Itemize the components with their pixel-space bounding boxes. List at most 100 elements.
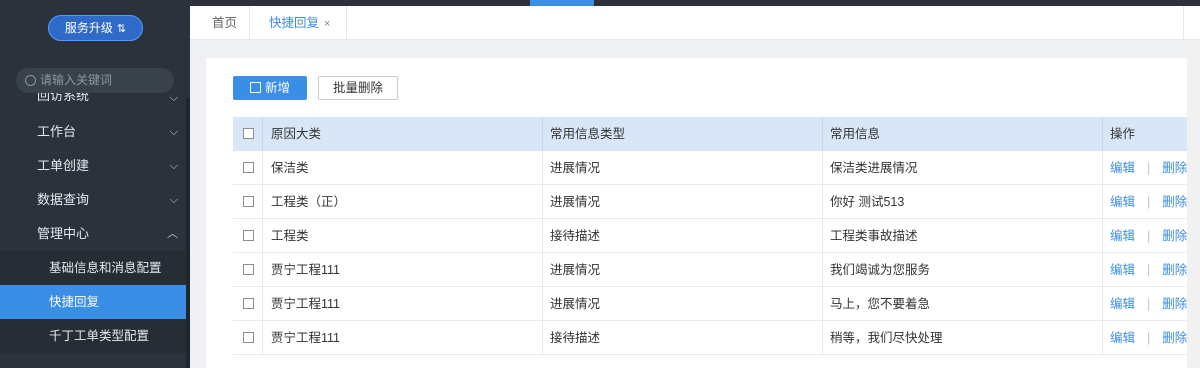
chevron-up-icon: ︿ (167, 228, 178, 240)
delete-link[interactable]: 删除 (1162, 297, 1187, 311)
op-separator: | (1147, 161, 1151, 175)
edit-link[interactable]: 编辑 (1110, 297, 1135, 311)
chevron-down-icon: ⌵ (169, 194, 178, 206)
row-check-cell (233, 219, 262, 253)
cell-type: 接待描述 (542, 321, 822, 355)
add-button-label: 新增 (265, 81, 291, 95)
add-button[interactable]: 新增 (233, 76, 307, 100)
cell-reason: 贾宁工程111 (262, 321, 542, 355)
service-upgrade-button[interactable]: 服务升级 ⇅ (48, 15, 143, 41)
cell-ops: 编辑 | 删除 (1102, 321, 1193, 355)
tab-label: 首页 (212, 16, 238, 30)
table-header-row: 原因大类 常用信息类型 常用信息 操作 (233, 117, 1193, 151)
search-icon (25, 75, 36, 86)
sort-arrows-icon: ⇅ (116, 23, 127, 35)
chevron-down-icon: ⌵ (169, 93, 178, 104)
row-checkbox[interactable] (243, 298, 254, 309)
delete-link[interactable]: 删除 (1162, 161, 1187, 175)
sidebar-item-data-query[interactable]: 数据查询 ⌵ (0, 183, 190, 217)
page-scrollbar[interactable] (1187, 40, 1200, 368)
sidebar-item-label: 管理中心 (37, 226, 90, 241)
sidebar-subitem-label: 快捷回复 (49, 295, 100, 309)
cell-ops: 编辑 | 删除 (1102, 253, 1193, 287)
sidebar-subitem-label: 千丁工单类型配置 (49, 329, 150, 343)
delete-link[interactable]: 删除 (1162, 195, 1187, 209)
op-separator: | (1147, 195, 1151, 209)
cell-message: 你好 测试513 (822, 185, 1102, 219)
sidebar-item-workbench[interactable]: 工作台 ⌵ (0, 115, 190, 149)
sidebar-subitem-ticket-type-config[interactable]: 千丁工单类型配置 (0, 319, 190, 353)
row-check-cell (233, 151, 262, 185)
tab-bar: 首页 快捷回复 × (190, 6, 1200, 40)
search-placeholder: 请输入关键词 (40, 73, 113, 87)
cell-reason: 工程类 (262, 219, 542, 253)
header-ops: 操作 (1102, 117, 1193, 151)
table-row: 贾宁工程111 接待描述 稍等，我们尽快处理 编辑 | 删除 (233, 321, 1193, 355)
service-upgrade-label: 服务升级 (64, 21, 113, 35)
edit-link[interactable]: 编辑 (1110, 331, 1135, 345)
sidebar: 服务升级 ⇅ 请输入关键词 回访系统 ⌵ 工作台 ⌵ 工单创建 ⌵ 数据查询 ⌵ … (0, 0, 190, 368)
sidebar-menu: 回访系统 ⌵ 工作台 ⌵ 工单创建 ⌵ 数据查询 ⌵ 管理中心 ︿ 基础信息和消… (0, 93, 190, 353)
cell-type: 进展情况 (542, 253, 822, 287)
delete-link[interactable]: 删除 (1162, 263, 1187, 277)
sidebar-item-label: 回访系统 (37, 93, 90, 103)
row-check-cell (233, 321, 262, 355)
chevron-down-icon: ⌵ (169, 126, 178, 138)
cell-type: 接待描述 (542, 219, 822, 253)
op-separator: | (1147, 331, 1151, 345)
op-separator: | (1147, 297, 1151, 311)
cell-reason: 保洁类 (262, 151, 542, 185)
batch-delete-button[interactable]: 批量删除 (318, 76, 398, 100)
select-all-checkbox[interactable] (243, 128, 254, 139)
table-row: 保洁类 进展情况 保洁类进展情况 编辑 | 删除 (233, 151, 1193, 185)
main-content: 新增 批量删除 原因大类 常用信息类型 常用信息 操作 保洁类 进展情况 保洁类进展… (206, 58, 1200, 368)
tab-quick-reply[interactable]: 快捷回复 × (257, 6, 347, 40)
table-row: 工程类 接待描述 工程类事故描述 编辑 | 删除 (233, 219, 1193, 253)
delete-link[interactable]: 删除 (1162, 229, 1187, 243)
table-row: 工程类（正） 进展情况 你好 测试513 编辑 | 删除 (233, 185, 1193, 219)
cell-ops: 编辑 | 删除 (1102, 219, 1193, 253)
chevron-down-icon: ⌵ (169, 160, 178, 172)
row-checkbox[interactable] (243, 332, 254, 343)
edit-link[interactable]: 编辑 (1110, 263, 1135, 277)
cell-ops: 编辑 | 删除 (1102, 151, 1193, 185)
header-message: 常用信息 (822, 117, 1102, 151)
sidebar-subitem-basic-config[interactable]: 基础信息和消息配置 (0, 251, 190, 285)
row-check-cell (233, 287, 262, 321)
sidebar-item-admin-center[interactable]: 管理中心 ︿ (0, 217, 190, 251)
close-icon[interactable]: × (324, 18, 330, 30)
quick-reply-table: 原因大类 常用信息类型 常用信息 操作 保洁类 进展情况 保洁类进展情况 编辑 | 删除工… (233, 117, 1193, 355)
row-checkbox[interactable] (243, 196, 254, 207)
cell-reason: 贾宁工程111 (262, 287, 542, 321)
sidebar-subitem-quick-reply[interactable]: 快捷回复 (0, 285, 190, 319)
cell-message: 稍等，我们尽快处理 (822, 321, 1102, 355)
batch-delete-label: 批量删除 (332, 81, 383, 95)
cell-message: 马上，您不要着急 (822, 287, 1102, 321)
cell-message: 工程类事故描述 (822, 219, 1102, 253)
table-row: 贾宁工程111 进展情况 马上，您不要着急 编辑 | 删除 (233, 287, 1193, 321)
row-checkbox[interactable] (243, 264, 254, 275)
cell-reason: 贾宁工程111 (262, 253, 542, 287)
row-checkbox[interactable] (243, 162, 254, 173)
cell-type: 进展情况 (542, 287, 822, 321)
tab-home[interactable]: 首页 (200, 6, 251, 40)
cell-ops: 编辑 | 删除 (1102, 185, 1193, 219)
sidebar-item-label: 工单创建 (37, 158, 90, 173)
cell-type: 进展情况 (542, 185, 822, 219)
header-reason: 原因大类 (262, 117, 542, 151)
search-input[interactable]: 请输入关键词 (16, 68, 174, 93)
row-check-cell (233, 253, 262, 287)
edit-link[interactable]: 编辑 (1110, 161, 1135, 175)
tab-label: 快捷回复 (269, 16, 320, 30)
sidebar-scrollbar[interactable] (186, 98, 190, 368)
row-checkbox[interactable] (243, 230, 254, 241)
edit-link[interactable]: 编辑 (1110, 195, 1135, 209)
sidebar-item-revisit[interactable]: 回访系统 ⌵ (0, 93, 190, 115)
sidebar-item-ticket-create[interactable]: 工单创建 ⌵ (0, 149, 190, 183)
delete-link[interactable]: 删除 (1162, 331, 1187, 345)
cell-message: 保洁类进展情况 (822, 151, 1102, 185)
edit-link[interactable]: 编辑 (1110, 229, 1135, 243)
cell-ops: 编辑 | 删除 (1102, 287, 1193, 321)
cell-reason: 工程类（正） (262, 185, 542, 219)
sidebar-item-label: 数据查询 (37, 192, 90, 207)
